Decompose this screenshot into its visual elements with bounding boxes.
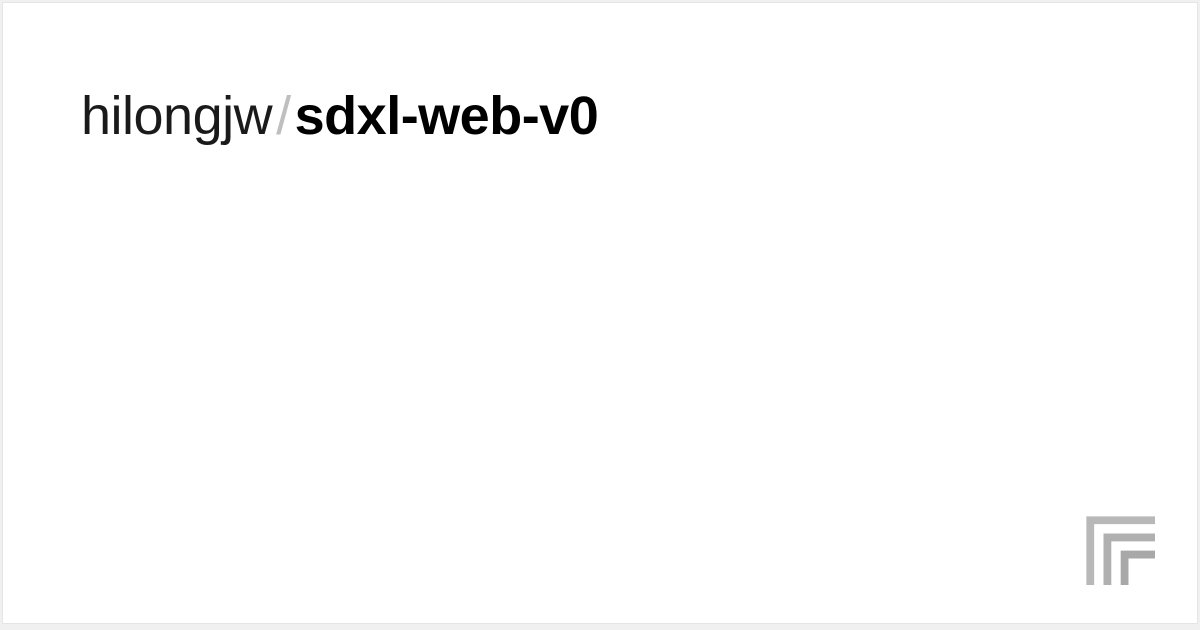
replicate-logo-icon [1077, 507, 1155, 585]
repo-name: sdxl-web-v0 [295, 85, 599, 147]
preview-card: hilongjw / sdxl-web-v0 [2, 2, 1198, 624]
repo-title: hilongjw / sdxl-web-v0 [81, 85, 598, 147]
owner-name: hilongjw [81, 85, 272, 147]
path-separator: / [276, 85, 291, 147]
